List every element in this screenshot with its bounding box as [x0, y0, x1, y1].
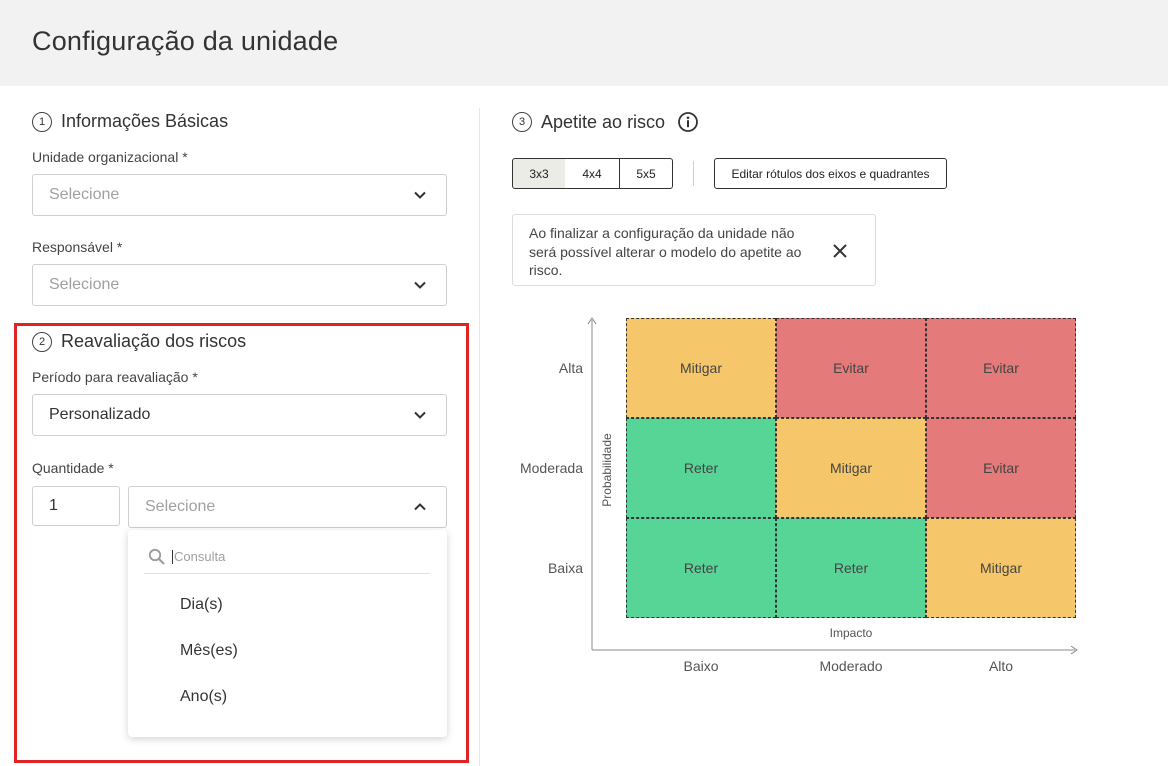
step-number-1: 1: [32, 111, 52, 132]
matrix-cell: Mitigar: [776, 418, 926, 518]
page-header: Configuração da unidade: [0, 0, 1168, 86]
matrix-size-3x3[interactable]: 3x3: [512, 158, 566, 189]
y-level-moderate: Moderada: [519, 460, 583, 476]
matrix-cell: Evitar: [776, 318, 926, 418]
x-level-moderate: Moderado: [819, 658, 883, 674]
chevron-up-icon: [414, 503, 426, 511]
chevron-down-icon: [414, 191, 426, 199]
chevron-down-icon: [414, 411, 426, 419]
section-basic-label: Informações Básicas: [61, 111, 229, 131]
dropdown-search-input[interactable]: Consulta: [144, 540, 430, 574]
section-basic-title: 1 Informações Básicas: [32, 111, 228, 132]
period-select[interactable]: Personalizado: [32, 394, 447, 436]
edit-labels-button[interactable]: Editar rótulos dos eixos e quadrantes: [714, 158, 947, 189]
period-label: Período para reavaliação *: [32, 369, 198, 385]
section-reassessment-label: Reavaliação dos riscos: [61, 331, 247, 351]
matrix-size-4x4[interactable]: 4x4: [565, 158, 620, 189]
column-divider: [479, 108, 480, 766]
matrix-cell: Reter: [626, 418, 776, 518]
org-unit-placeholder: Selecione: [49, 186, 120, 203]
matrix-cell: Mitigar: [926, 518, 1076, 618]
chevron-down-icon: [414, 281, 426, 289]
responsible-label: Responsável *: [32, 239, 123, 255]
y-level-high: Alta: [558, 360, 583, 376]
y-axis-title: Probabilidade: [600, 433, 614, 507]
x-axis-title: Impacto: [829, 626, 873, 640]
dropdown-option-months[interactable]: Mês(es): [180, 642, 238, 660]
quantity-label: Quantidade *: [32, 460, 114, 476]
search-icon: [148, 548, 165, 565]
period-unit-select[interactable]: Selecione: [128, 486, 447, 528]
responsible-select[interactable]: Selecione: [32, 264, 447, 306]
matrix-size-5x5[interactable]: 5x5: [619, 158, 673, 189]
matrix-cell: Mitigar: [626, 318, 776, 418]
responsible-placeholder: Selecione: [49, 276, 120, 293]
page-title: Configuração da unidade: [32, 26, 339, 56]
dropdown-option-days[interactable]: Dia(s): [180, 596, 223, 614]
close-icon[interactable]: [831, 242, 849, 260]
section-appetite-title: 3 Apetite ao risco: [512, 111, 699, 133]
quantity-input[interactable]: 1: [32, 486, 120, 526]
dropdown-option-years[interactable]: Ano(s): [180, 688, 227, 706]
matrix-cell: Reter: [626, 518, 776, 618]
quantity-value: 1: [49, 497, 58, 514]
x-level-low: Baixo: [683, 658, 719, 674]
period-value: Personalizado: [49, 406, 151, 423]
step-number-2: 2: [32, 331, 52, 352]
x-level-high: Alto: [988, 658, 1014, 674]
section-reassessment-title: 2 Reavaliação dos riscos: [32, 331, 246, 352]
period-unit-placeholder: Selecione: [145, 498, 216, 515]
org-unit-select[interactable]: Selecione: [32, 174, 447, 216]
matrix-cell: Reter: [776, 518, 926, 618]
y-level-low: Baixa: [547, 560, 583, 576]
dropdown-search-placeholder: Consulta: [172, 548, 226, 564]
info-icon[interactable]: [677, 111, 699, 133]
toolbar-separator: [693, 161, 694, 186]
org-unit-label: Unidade organizacional *: [32, 149, 188, 165]
section-appetite-label: Apetite ao risco: [541, 111, 666, 132]
notice-text: Ao finalizar a configuração da unidade n…: [529, 225, 802, 278]
matrix-cell: Evitar: [926, 418, 1076, 518]
notice-box: Ao finalizar a configuração da unidade n…: [512, 214, 876, 286]
step-number-3: 3: [512, 112, 532, 132]
matrix-cell: Evitar: [926, 318, 1076, 418]
period-unit-dropdown: Consulta Dia(s) Mês(es) Ano(s): [128, 530, 447, 737]
